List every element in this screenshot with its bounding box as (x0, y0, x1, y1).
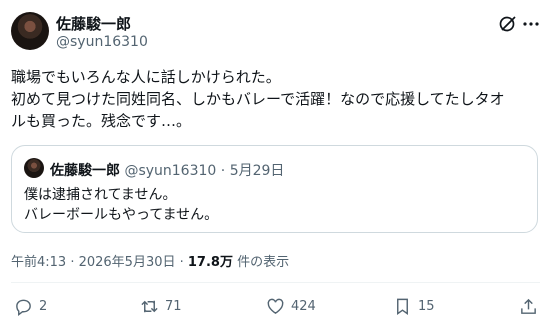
tweet: 佐藤駿一郎 @syun16310 職場でもいろんな人に話しかけられた。 初めて見… (0, 0, 551, 317)
quote-handle: @syun16310 (124, 163, 217, 179)
share-button[interactable] (519, 295, 538, 317)
bookmark-icon (393, 297, 412, 316)
quote-line-1: 僕は逮捕されてません。 (24, 187, 177, 203)
view-count: 17.8万 (187, 255, 233, 270)
action-bar: 2 71 424 15 (0, 295, 551, 319)
quote-text: 僕は逮捕されてません。 バレーボールもやってません。 (24, 185, 218, 225)
quote-header: 佐藤駿一郎 @syun16310 · 5月29日 (50, 160, 284, 180)
divider (11, 282, 540, 283)
quote-tweet[interactable]: 佐藤駿一郎 @syun16310 · 5月29日 僕は逮捕されてません。 バレー… (11, 145, 538, 233)
repost-button[interactable]: 71 (140, 295, 182, 317)
reply-count: 2 (39, 298, 48, 314)
timestamp[interactable]: 午前4:13 · 2026年5月30日 · (11, 255, 188, 270)
tweet-text: 職場でもいろんな人に話しかけられた。 初めて見つけた同姓同名、しかもバレーで活躍… (11, 66, 539, 132)
grok-icon[interactable] (498, 14, 518, 34)
bookmark-button[interactable]: 15 (393, 295, 435, 317)
views-label: 件の表示 (232, 255, 290, 270)
like-icon (266, 297, 285, 316)
quote-avatar (24, 158, 44, 178)
tweet-meta: 午前4:13 · 2026年5月30日 · 17.8万 件の表示 (11, 251, 289, 270)
tweet-line-1: 職場でもいろんな人に話しかけられた。 (11, 68, 281, 86)
share-icon (519, 297, 538, 316)
reply-button[interactable]: 2 (14, 295, 47, 317)
tweet-line-3: ルも買った。残念です…。 (11, 112, 192, 130)
author-name[interactable]: 佐藤駿一郎 (56, 13, 131, 34)
reply-icon (14, 297, 33, 316)
quote-date: 5月29日 (229, 163, 285, 179)
like-button[interactable]: 424 (266, 295, 316, 317)
repost-count: 71 (165, 298, 182, 314)
more-icon[interactable] (521, 14, 541, 34)
quote-line-2: バレーボールもやってません。 (24, 207, 219, 223)
quote-author-name: 佐藤駿一郎 (50, 163, 120, 179)
quote-separator: · (216, 163, 230, 179)
avatar[interactable] (11, 12, 49, 50)
bookmark-count: 15 (418, 298, 435, 314)
author-handle[interactable]: @syun16310 (56, 34, 148, 50)
repost-icon (140, 297, 159, 316)
tweet-line-2: 初めて見つけた同姓同名、しかもバレーで活躍！なので応援してたしタオ (11, 90, 505, 108)
like-count: 424 (291, 298, 316, 314)
